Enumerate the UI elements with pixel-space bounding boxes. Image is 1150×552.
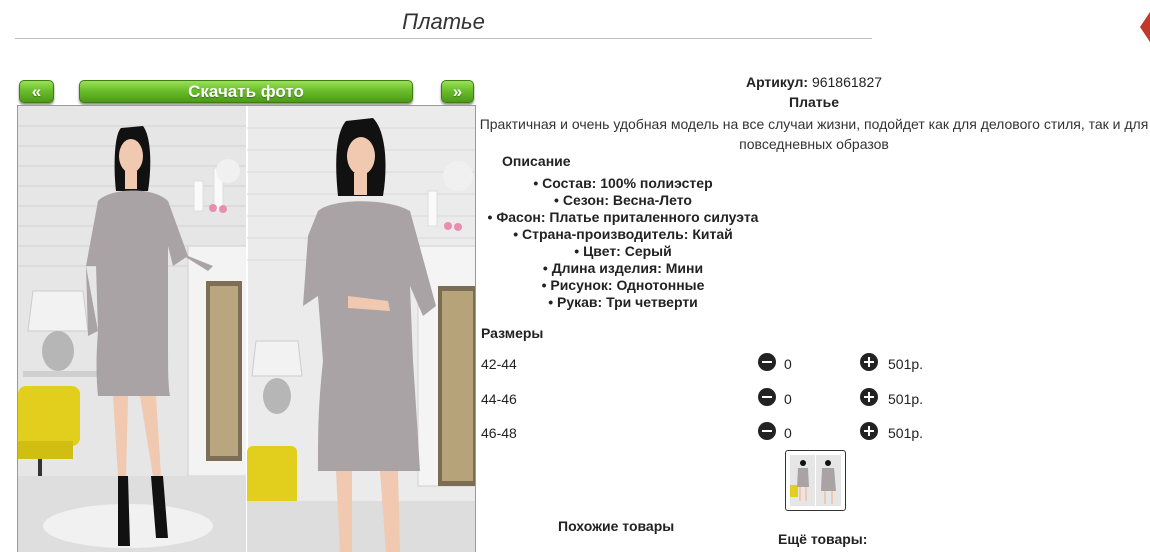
spec-item: Состав: 100% полиэстер	[478, 175, 768, 192]
download-photo-button[interactable]: Скачать фото	[79, 80, 413, 103]
size-price: 501р.	[888, 391, 924, 407]
size-qty: 0	[784, 425, 792, 441]
article-value: 961861827	[811, 74, 883, 90]
size-label: 42-44	[481, 356, 517, 372]
size-qty: 0	[784, 356, 792, 372]
size-row: 44-46 0 501р.	[481, 388, 1141, 410]
plus-circle-icon[interactable]	[860, 353, 878, 371]
page-title: Платье	[15, 8, 872, 39]
size-price: 501р.	[888, 356, 924, 372]
article-label: Артикул:	[745, 74, 809, 90]
minus-circle-icon[interactable]	[758, 353, 776, 371]
product-name: Платье	[789, 94, 839, 110]
size-label: 46-48	[481, 425, 517, 441]
size-price: 501р.	[888, 425, 924, 441]
plus-circle-icon[interactable]	[860, 388, 878, 406]
spec-item: Длина изделия: Мини	[478, 260, 768, 277]
article-line: Артикул: 961861827	[478, 74, 1150, 90]
size-qty: 0	[784, 391, 792, 407]
plus-circle-icon[interactable]	[860, 422, 878, 440]
more-products-title: Ещё товары:	[778, 531, 868, 547]
spec-item: Рукав: Три четверти	[478, 294, 768, 311]
similar-products-title: Похожие товары	[558, 518, 675, 534]
minus-circle-icon[interactable]	[758, 388, 776, 406]
photo-thumbnail[interactable]	[785, 450, 846, 511]
next-photo-button[interactable]: »	[441, 80, 474, 103]
description-title: Описание	[502, 153, 571, 169]
sizes-title: Размеры	[481, 325, 544, 341]
spec-item: Фасон: Платье приталенного силуэта	[478, 209, 768, 226]
size-row: 42-44 0 501р.	[481, 353, 1141, 375]
spec-item: Цвет: Серый	[478, 243, 768, 260]
spec-item: Страна-производитель: Китай	[478, 226, 768, 243]
spec-item: Рисунок: Однотонные	[478, 277, 768, 294]
minus-circle-icon[interactable]	[758, 422, 776, 440]
spec-item: Сезон: Весна-Лето	[478, 192, 768, 209]
spec-list: Состав: 100% полиэстер Сезон: Весна-Лето…	[478, 175, 768, 311]
product-description: Практичная и очень удобная модель на все…	[479, 116, 1149, 152]
size-label: 44-46	[481, 391, 517, 407]
prev-photo-button[interactable]: «	[19, 80, 54, 103]
size-row: 46-48 0 501р.	[481, 422, 1141, 444]
product-photo[interactable]	[17, 105, 476, 552]
thumbnail-image	[790, 455, 841, 506]
corner-arrow-icon[interactable]	[1140, 12, 1150, 42]
